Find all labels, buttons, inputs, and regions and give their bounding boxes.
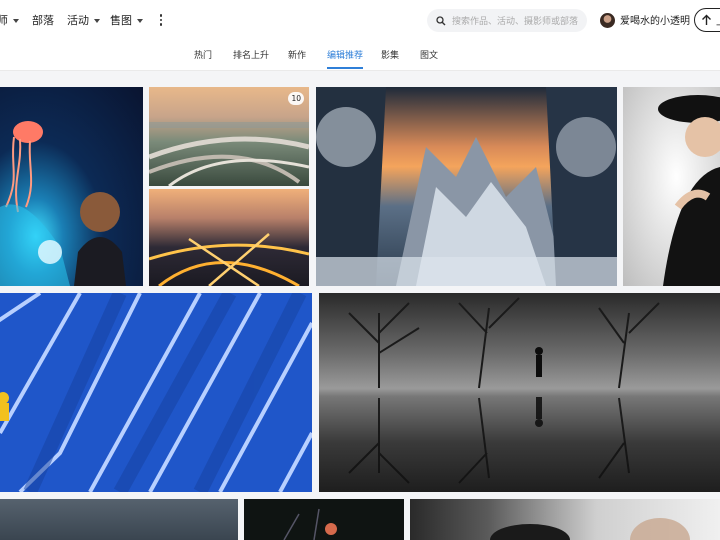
photo-highway-night[interactable] [149, 189, 309, 286]
search-placeholder: 搜索作品、活动、摄影师或部落 [452, 17, 579, 27]
nav-item-sell-photos[interactable]: 售图 [110, 12, 143, 28]
nav-item-label: 活动 [67, 14, 89, 27]
photo-bw-portrait[interactable] [410, 499, 720, 540]
nav-item-tribes[interactable]: 部落 [32, 12, 54, 28]
username[interactable]: 爱喝水的小透明 [620, 12, 690, 27]
more-menu-button[interactable] [156, 12, 166, 28]
nav-item-events[interactable]: 活动 [67, 12, 100, 28]
photo-blue-steps[interactable] [0, 293, 312, 492]
photo-woman-hat[interactable] [623, 87, 720, 286]
upload-arrow-icon [701, 11, 712, 30]
photo-illustration [0, 121, 126, 286]
avatar[interactable] [600, 13, 615, 28]
photo-gallery: 10 [0, 71, 720, 540]
category-tabs: 热门 排名上升 新作 编辑推荐 影集 图文 [0, 40, 720, 71]
photo-illustration [0, 293, 312, 492]
photo-illustration [490, 518, 690, 540]
tab-new[interactable]: 新作 [288, 48, 306, 61]
photo-stormy-sky[interactable] [0, 499, 238, 540]
tab-editors-pick[interactable]: 编辑推荐 [327, 48, 364, 69]
tab-articles[interactable]: 图文 [420, 48, 438, 61]
photo-jellyfish-child[interactable] [0, 87, 143, 286]
photo-highway-dusk[interactable]: 10 [149, 87, 309, 186]
nav-item-photographers[interactable]: 师 [0, 12, 19, 28]
photo-snowy-mountains[interactable] [316, 87, 617, 286]
album-count-badge: 10 [288, 92, 304, 105]
photo-illustration [348, 297, 660, 484]
photo-illustration [658, 95, 720, 286]
photo-illustration [283, 508, 337, 540]
photo-illustration [149, 122, 309, 186]
photo-dark-still-life[interactable] [244, 499, 404, 540]
search-icon [435, 15, 447, 27]
chevron-down-icon [94, 18, 100, 23]
nav-item-label: 部落 [32, 14, 54, 27]
upload-label: 上 [716, 13, 720, 28]
top-navigation-bar: 师 部落 活动 售图 搜索作品、活动、摄影师或部落 爱喝水的小透明 上 [0, 0, 720, 40]
photo-illustration [149, 233, 309, 286]
nav-item-label: 售图 [110, 14, 132, 27]
search-input[interactable]: 搜索作品、活动、摄影师或部落 [427, 9, 587, 32]
tab-albums[interactable]: 影集 [381, 48, 399, 61]
upload-button[interactable]: 上 [694, 8, 720, 32]
photo-illustration [316, 87, 617, 286]
nav-item-label: 师 [0, 14, 8, 27]
tab-popular[interactable]: 热门 [194, 48, 212, 61]
photo-tree-reflection[interactable] [319, 293, 720, 492]
chevron-down-icon [137, 18, 143, 23]
tab-rising[interactable]: 排名上升 [233, 48, 269, 61]
chevron-down-icon [13, 18, 19, 23]
vertical-dots-icon [159, 14, 163, 17]
